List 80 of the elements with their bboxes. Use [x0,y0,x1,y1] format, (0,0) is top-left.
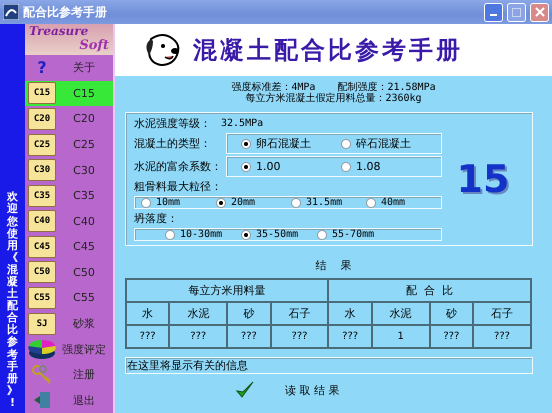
folder-icon: C50 [28,261,56,284]
question-mark-icon: ? [37,58,47,78]
welcome-text: 欢迎您使用《混凝土配合比参考手册》! [7,191,18,409]
radio-button[interactable]: 10-30mm [165,229,241,240]
radio-button[interactable]: 20mm [216,197,291,208]
minimize-button[interactable] [484,2,503,22]
folder-icon: C35 [28,184,56,207]
field-value: 32.5MPa [221,118,264,129]
sidebar-item[interactable]: C45 C45 [25,234,113,260]
sidebar-item[interactable]: ? 关于 [25,55,113,81]
radio-button[interactable]: 1.08 [341,160,441,173]
column-header: 石子 [270,302,328,325]
radio-button[interactable]: 1.00 [241,160,341,173]
folder-icon: C20 [28,108,56,130]
column-header: 水 [328,302,372,325]
table-cell: ??? [227,325,271,348]
field-label: 坍落度： [134,211,179,226]
column-header: 砂 [227,302,271,325]
column-header: 石子 [473,302,531,325]
results-title: 结 果 [316,259,352,272]
checkmark-icon [235,380,255,400]
sidebar-item[interactable]: C35 C35 [25,182,113,208]
table-header: 配 合 比 [328,279,531,302]
radio-button[interactable]: 31.5mm [291,197,366,208]
message-field: 在这里将显示有关的信息 [125,357,533,374]
table-header: 每立方米用料量 [126,279,328,302]
table-cell: ??? [328,325,372,348]
sidebar-item[interactable]: C15 C15 [25,80,113,106]
sidebar-item[interactable]: C55 C55 [25,285,113,311]
field-label: 混凝土的类型： [134,136,212,151]
close-button[interactable] [530,2,549,22]
sidebar-item[interactable]: C20 C20 [25,106,113,132]
design-strength-text: 配制强度：21.58MPa [337,82,436,93]
folder-icon: C45 [28,236,56,258]
sidebar-item[interactable]: 强度评定 [25,336,113,362]
read-results-button[interactable]: 读 取 结 果 [235,380,375,400]
radio-button[interactable]: 碎石混凝土 [341,136,441,151]
logo: Treasure Soft [25,24,113,55]
folder-icon: C30 [28,159,56,182]
folder-icon: SJ [28,312,56,335]
sidebar-item[interactable]: 注册 [25,362,113,388]
grade-number: 15 [456,156,510,200]
table-cell: ??? [270,325,328,348]
folder-icon: C25 [28,134,56,156]
column-header: 水泥 [372,302,430,325]
folder-icon: C40 [28,210,56,232]
table-cell: ??? [430,325,473,348]
maximize-icon [512,8,521,16]
maximize-button[interactable] [507,2,526,22]
sidebar-item[interactable]: C25 C25 [25,132,113,158]
field-label: 水泥的富余系数： [134,159,223,174]
field-label: 水泥强度等级： [134,116,211,131]
radio-button[interactable]: 55-70mm [317,229,393,240]
app-icon [3,4,19,20]
table-cell: ??? [169,325,228,348]
exit-door-icon [32,390,52,410]
radio-button[interactable]: 40mm [366,197,441,208]
sidebar-item[interactable]: C40 C40 [25,208,113,234]
table-cell: ??? [126,325,170,348]
sidebar-item[interactable]: SJ 砂浆 [25,310,113,336]
column-header: 砂 [430,302,473,325]
folder-icon: C15 [28,82,56,104]
column-header: 水泥 [169,302,228,325]
close-icon [534,7,544,17]
sidebar-item[interactable]: 退出 [25,388,113,413]
standard-deviation-text: 强度标准差：4MPa [231,82,316,93]
app-title: 混凝土配合比参考手册 [193,34,463,66]
pie-chart-icon [27,337,57,362]
field-label: 粗骨料最大粒径： [134,179,223,194]
window-title: 配合比参考手册 [23,4,108,20]
radio-button[interactable]: 10mm [141,197,216,208]
column-header: 水 [126,302,170,325]
radio-button[interactable]: 35-50mm [241,229,317,240]
total-mass-text: 每立方米混凝土假定用料总量：2360kg [245,93,422,104]
radio-button[interactable]: 卵石混凝土 [241,136,341,151]
sidebar-item[interactable]: C50 C50 [25,260,113,286]
table-cell: 1 [372,325,430,348]
sidebar-item[interactable]: C30 C30 [25,157,113,183]
folder-icon: C55 [28,286,56,309]
table-cell: ??? [473,325,531,348]
